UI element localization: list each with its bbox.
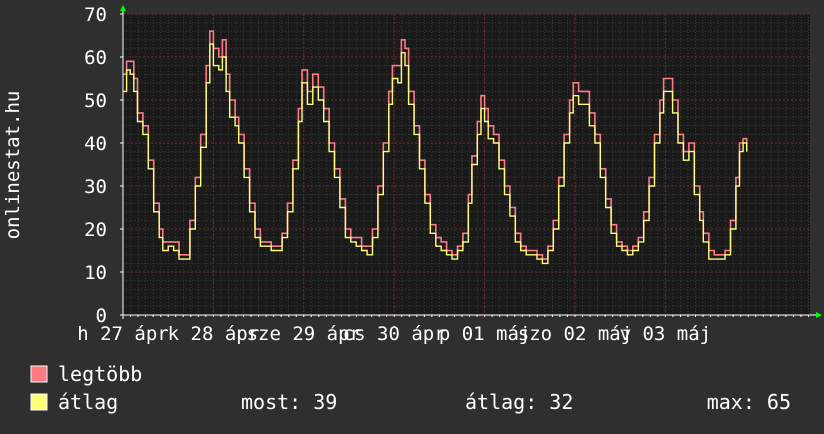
legend-label-atlag: átlag [58, 390, 118, 414]
y-tick-label: 60 [84, 47, 107, 69]
y-tick-label: 30 [84, 176, 107, 198]
x-tick-label: szo 02 máj [518, 323, 632, 345]
stat-most: most: 39 [241, 390, 337, 414]
y-tick-label: 20 [84, 219, 107, 241]
y-tick-label: 70 [84, 4, 107, 26]
y-tick-label: 10 [84, 262, 107, 284]
chart-svg: h 27 áprk 28 áprsze 29 áprcs 30 áprp 01 … [2, 4, 822, 414]
y-tick-label: 50 [84, 90, 107, 112]
legend: legtöbb átlag most: 39 átlag: 32 max: 65 [30, 362, 791, 414]
x-tick-labels: h 27 áprk 28 áprsze 29 áprcs 30 áprp 01 … [77, 323, 711, 345]
stat-max: max: 65 [707, 390, 791, 414]
x-tick-label: p 01 máj [439, 323, 531, 345]
x-axis-arrow [816, 312, 822, 318]
legend-label-legtobb: legtöbb [58, 362, 142, 386]
x-tick-label: k 28 ápr [168, 323, 260, 345]
y-tick-label: 0 [96, 305, 107, 327]
y-tick-label: 40 [84, 133, 107, 155]
stat-atlag: átlag: 32 [465, 390, 573, 414]
x-tick-label: h 27 ápr [77, 323, 169, 345]
x-tick-label: cs 30 ápr [343, 323, 446, 345]
legend-swatch-legtobb [30, 365, 48, 383]
y-tick-labels: 0 10 20 30 40 50 60 70 [84, 4, 107, 327]
x-tick-label: v 03 máj [620, 323, 712, 345]
legend-swatch-atlag [30, 393, 48, 411]
chart: h 27 ápr k 28 ápr sze 29 ápr cs 30 ápr p 01 … [0, 0, 824, 430]
y-axis-label: onlinestat.hu [2, 91, 24, 240]
y-axis-arrow [120, 5, 126, 11]
